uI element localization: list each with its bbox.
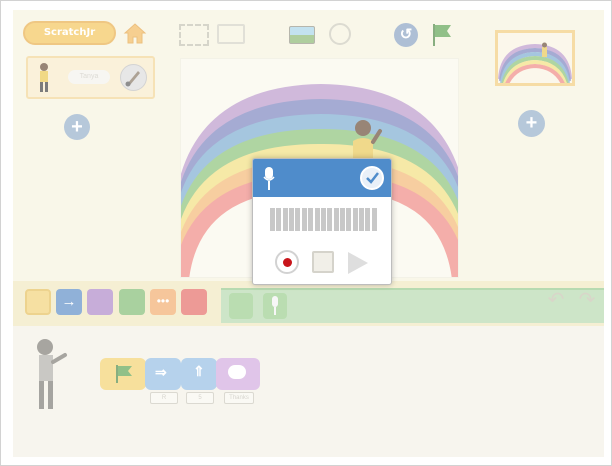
- meter-segment: [327, 208, 333, 231]
- meter-segment: [276, 208, 282, 231]
- meter-segment: [365, 208, 371, 231]
- dialog-header: [253, 159, 391, 197]
- meter-segment: [358, 208, 364, 231]
- record-dot-icon: [283, 258, 292, 267]
- meter-segment: [346, 208, 352, 231]
- meter-segment: [333, 208, 339, 231]
- app-stage: ScratchJr ↺ Tanya + + → ••• ↶ ↷ ⇒ R ⇑ 5 …: [13, 10, 604, 457]
- meter-segment: [289, 208, 295, 231]
- microphone-icon: [263, 167, 275, 190]
- meter-segment: [295, 208, 301, 231]
- meter-segment: [352, 208, 358, 231]
- meter-segment: [339, 208, 345, 231]
- confirm-check-icon[interactable]: [360, 166, 384, 190]
- window-frame: ScratchJr ↺ Tanya + + → ••• ↶ ↷ ⇒ R ⇑ 5 …: [0, 0, 612, 466]
- meter-segment: [282, 208, 288, 231]
- meter-segment: [308, 208, 314, 231]
- meter-segment: [371, 208, 377, 231]
- record-button[interactable]: [275, 250, 299, 274]
- meter-segment: [320, 208, 326, 231]
- play-button[interactable]: [348, 252, 368, 274]
- meter-segment: [301, 208, 307, 231]
- meter-segment: [270, 208, 275, 231]
- volume-meter: [270, 208, 378, 231]
- meter-segment: [314, 208, 320, 231]
- sound-recorder-dialog: [252, 158, 392, 285]
- stop-button[interactable]: [312, 251, 334, 273]
